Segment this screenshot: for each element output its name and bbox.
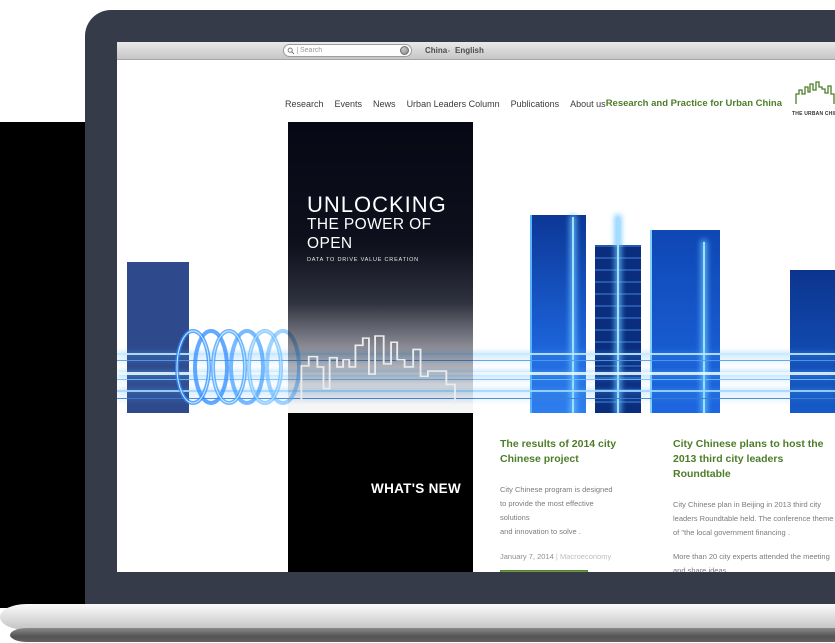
- uci-skyline-logo-icon: UCI: [795, 80, 835, 105]
- article-excerpt: City Chinese program is designed to prov…: [500, 483, 657, 539]
- article-card: City Chinese plans to host the 2013 thir…: [673, 437, 835, 572]
- logo-name: THE URBAN CHINA INITIATIVE: [792, 111, 835, 117]
- hero-image: [117, 122, 835, 413]
- nav-item-publications[interactable]: Publications: [511, 99, 560, 109]
- nav-item-urban-leaders-column[interactable]: Urban Leaders Column: [407, 99, 500, 109]
- browser-screen: China English Research Events News Urban…: [117, 42, 835, 572]
- site-tagline: Research and Practice for Urban China: [606, 98, 782, 122]
- article-card: The results of 2014 city Chinese project…: [500, 437, 657, 572]
- hero-dark-panel: UNLOCKING THE POWER OF OPEN DATA TO DRIV…: [288, 122, 473, 413]
- whats-new-heading: WHAT'S NEW: [371, 481, 461, 496]
- hero-title-line2: THE POWER OF OPEN: [307, 216, 473, 253]
- whats-new-panel: WHAT'S NEW: [288, 413, 473, 572]
- search-box[interactable]: [283, 44, 412, 57]
- page: China English Research Events News Urban…: [0, 0, 835, 643]
- lang-separator-dot: [448, 50, 450, 52]
- search-go-button[interactable]: [400, 46, 409, 55]
- article-excerpt-2: More than 20 city experts attended the m…: [673, 550, 835, 572]
- search-divider: [297, 47, 298, 54]
- neon-rings-graphic: [175, 325, 301, 409]
- laptop-base-edge: [10, 628, 835, 642]
- nav-item-news[interactable]: News: [373, 99, 396, 109]
- article-category[interactable]: Macroeconomy: [560, 552, 611, 561]
- article-title[interactable]: The results of 2014 city Chinese project: [500, 437, 657, 467]
- hero-copy: UNLOCKING THE POWER OF OPEN DATA TO DRIV…: [288, 122, 473, 263]
- article-excerpt: City Chinese plan in Beijing in 2013 thi…: [673, 498, 835, 540]
- laptop-base: [0, 604, 835, 630]
- lang-link-china[interactable]: China: [425, 46, 447, 55]
- article-title[interactable]: City Chinese plans to host the 2013 thir…: [673, 437, 835, 482]
- nav-item-research[interactable]: Research: [285, 99, 324, 109]
- skyline-outline-graphic: [294, 335, 466, 403]
- meta-separator: |: [556, 552, 558, 561]
- lang-link-english[interactable]: English: [455, 46, 484, 55]
- search-icon: [287, 47, 295, 55]
- search-input[interactable]: [300, 45, 385, 56]
- nav-item-about-us[interactable]: About us: [570, 99, 606, 109]
- hero-left-bleed: [0, 122, 95, 608]
- browser-toolbar: China English: [117, 42, 835, 60]
- article-date: January 7, 2014: [500, 552, 554, 561]
- uci-logo[interactable]: UCI THE URBAN CHINA INITIATIVE: [792, 80, 835, 122]
- nav-item-events[interactable]: Events: [335, 99, 363, 109]
- site-header: Research Events News Urban Leaders Colum…: [117, 61, 835, 122]
- main-nav: Research Events News Urban Leaders Colum…: [285, 99, 606, 122]
- continue-reading-button[interactable]: Continue Reading: [500, 570, 588, 572]
- hero-title-line1: UNLOCKING: [307, 194, 473, 216]
- article-meta: January 7, 2014 | Macroeconomy: [500, 552, 657, 561]
- hero-subtitle: DATA TO DRIVE VALUE CREATION: [307, 257, 473, 263]
